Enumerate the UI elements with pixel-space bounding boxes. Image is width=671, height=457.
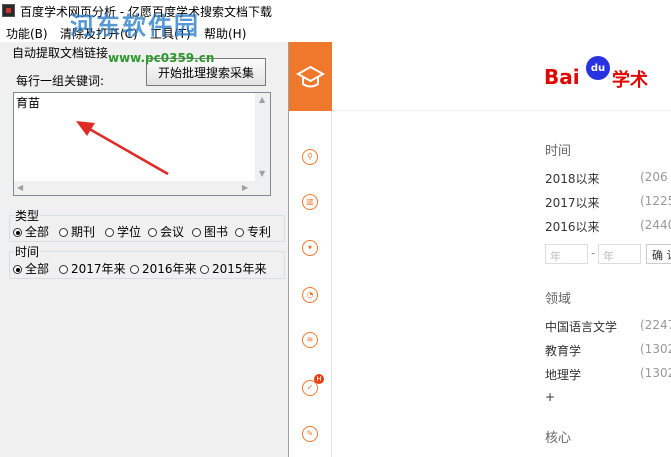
type-group-legend: 类型 xyxy=(14,207,41,224)
keywords-input[interactable]: 育苗 xyxy=(14,93,256,181)
core-section-title: 核心 xyxy=(545,431,572,446)
year-confirm-button[interactable]: 确 认 xyxy=(646,244,671,264)
baidu-paw-icon[interactable]: du xyxy=(586,56,610,80)
field-filter-geography[interactable]: 地理学 xyxy=(545,366,581,383)
type-radio-conference[interactable]: 会议 xyxy=(148,223,184,240)
radio-icon xyxy=(105,228,114,237)
radio-label: 2015年来 xyxy=(212,262,267,276)
scroll-right-icon[interactable]: ▶ xyxy=(242,183,248,192)
radio-label: 全部 xyxy=(25,225,50,239)
year-to-input[interactable]: 年 xyxy=(598,244,641,264)
menu-function[interactable]: 功能(B) xyxy=(6,25,48,42)
scroll-up-icon[interactable]: ▲ xyxy=(259,95,265,104)
library-icon[interactable]: ▥ xyxy=(302,194,318,210)
time-count-2017: (1225 xyxy=(640,194,671,208)
rss-icon[interactable]: ◔ xyxy=(302,287,318,303)
radio-icon xyxy=(200,265,209,274)
time-count-2018: (206 xyxy=(640,170,668,184)
type-radio-degree[interactable]: 学位 xyxy=(105,223,141,240)
vertical-scrollbar[interactable]: ▲ ▼ xyxy=(255,93,270,181)
graduation-cap-icon xyxy=(295,65,326,88)
scrollbar-corner xyxy=(255,181,270,195)
time-radio-2016[interactable]: 2016年来 xyxy=(130,260,197,277)
radio-checked-icon xyxy=(13,265,22,274)
edit-icon[interactable]: ✎ xyxy=(302,426,318,442)
time-radio-2015[interactable]: 2015年来 xyxy=(200,260,267,277)
type-radio-all[interactable]: 全部 xyxy=(13,223,49,240)
radio-label: 全部 xyxy=(25,262,50,276)
time-section-title: 时间 xyxy=(545,144,572,159)
year-separator: - xyxy=(591,246,596,260)
time-group-legend: 时间 xyxy=(14,243,41,260)
time-filter-2016[interactable]: 2016以来 xyxy=(545,218,600,235)
app-icon xyxy=(2,4,15,17)
keywords-label: 每行一组关键词: xyxy=(16,74,105,88)
time-count-2016: (2440 xyxy=(640,218,671,232)
field-more-button[interactable]: + xyxy=(545,390,555,404)
year-from-input[interactable]: 年 xyxy=(545,244,588,264)
type-radio-journal[interactable]: 期刊 xyxy=(59,223,95,240)
radio-label: 2017年来 xyxy=(71,262,126,276)
time-filter-2018[interactable]: 2018以来 xyxy=(545,170,600,187)
download-icon[interactable]: ▾ xyxy=(302,240,318,256)
radio-icon xyxy=(59,265,68,274)
field-count-geography: (1302 xyxy=(640,366,671,380)
type-radio-patent[interactable]: 专利 xyxy=(235,223,271,240)
keywords-textarea-frame: 育苗 ▲ ▼ ◀ ▶ xyxy=(13,92,271,196)
field-count-education: (1302 xyxy=(640,342,671,356)
layers-icon[interactable]: ≋ xyxy=(302,332,318,348)
radio-icon xyxy=(192,228,201,237)
extract-links-tab[interactable]: 自动提取文档链接 xyxy=(12,44,108,61)
field-section-title: 领域 xyxy=(545,292,572,307)
time-radio-2017[interactable]: 2017年来 xyxy=(59,260,126,277)
type-radio-book[interactable]: 图书 xyxy=(192,223,228,240)
time-radio-all[interactable]: 全部 xyxy=(13,260,49,277)
notification-badge: H xyxy=(314,374,324,384)
menu-help[interactable]: 帮助(H) xyxy=(204,25,246,42)
field-filter-chinese-lit[interactable]: 中国语言文学 xyxy=(545,318,617,335)
radio-icon xyxy=(130,265,139,274)
field-filter-education[interactable]: 教育学 xyxy=(545,342,581,359)
watermark-url: www.pc0359.cn xyxy=(108,51,215,65)
radio-label: 专利 xyxy=(247,225,272,239)
radio-label: 学位 xyxy=(117,225,142,239)
radio-label: 2016年来 xyxy=(142,262,197,276)
baidu-logo-text[interactable]: Bai xyxy=(544,65,580,89)
time-filter-2017[interactable]: 2017以来 xyxy=(545,194,600,211)
radio-checked-icon xyxy=(13,228,22,237)
scroll-down-icon[interactable]: ▼ xyxy=(259,169,265,178)
sidebar-header[interactable] xyxy=(289,42,332,111)
radio-icon xyxy=(148,228,157,237)
radio-label: 图书 xyxy=(204,225,229,239)
search-icon[interactable]: ⚲ xyxy=(302,149,318,165)
horizontal-scrollbar[interactable]: ◀ ▶ xyxy=(14,181,256,195)
scroll-left-icon[interactable]: ◀ xyxy=(17,183,23,192)
radio-icon xyxy=(235,228,244,237)
baidu-xueshu-text[interactable]: 学术 xyxy=(612,66,648,92)
radio-label: 会议 xyxy=(160,225,185,239)
radio-icon xyxy=(59,228,68,237)
watermark-logo: 河东软件园 xyxy=(70,12,200,40)
field-count-chinese-lit: (2247 xyxy=(640,318,671,332)
radio-label: 期刊 xyxy=(71,225,96,239)
